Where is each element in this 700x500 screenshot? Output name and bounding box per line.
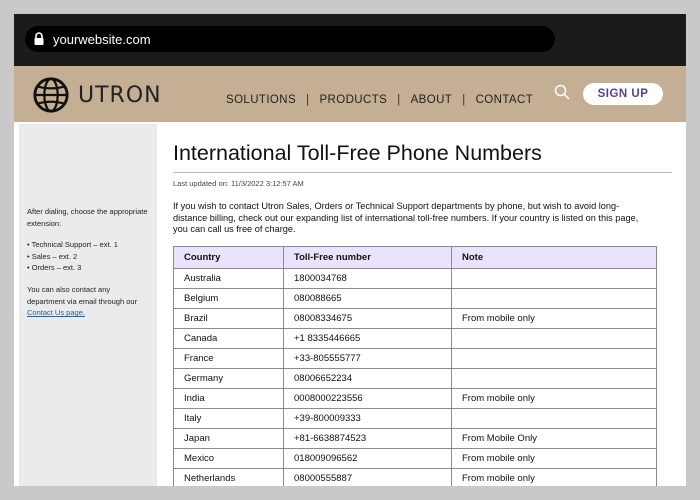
note-cell	[451, 367, 657, 389]
nav-separator: |	[462, 94, 466, 106]
note-cell	[451, 327, 657, 349]
address-bar[interactable]: yourwebsite.com	[25, 26, 555, 52]
extension-list: • Technical Support – ext. 1 • Sales – e…	[27, 239, 149, 274]
table-row: Italy +39-800009333	[173, 407, 657, 429]
title-divider	[173, 172, 672, 173]
note-cell: From mobile only	[451, 307, 657, 329]
table-row: Brazil 08008334675 From mobile only	[173, 307, 657, 329]
table-row: Canada +1 8335446665	[173, 327, 657, 349]
table-row: India 0008000223556 From mobile only	[173, 387, 657, 409]
note-cell: From mobile only	[451, 447, 657, 469]
number-cell: +39-800009333	[283, 407, 452, 429]
number-cell: +1 8335446665	[283, 327, 452, 349]
last-updated: Last updated on: 11/3/2022 3:12:57 AM	[173, 179, 304, 188]
table-row: Mexico 018009096562 From mobile only	[173, 447, 657, 469]
number-cell: 1800034768	[283, 267, 452, 289]
intro-paragraph: If you wish to contact Utron Sales, Orde…	[173, 201, 639, 234]
sidebar-intro: After dialing, choose the appropriate ex…	[27, 207, 148, 228]
number-cell: 018009096562	[283, 447, 452, 469]
table-row: Germany 08006652234	[173, 367, 657, 389]
nav-about[interactable]: ABOUT	[411, 94, 453, 106]
country-cell: Brazil	[173, 307, 284, 329]
page-title: International Toll-Free Phone Numbers	[173, 141, 542, 165]
number-cell: 08008334675	[283, 307, 452, 329]
note-cell: From mobile only	[451, 467, 657, 486]
main-content: International Toll-Free Phone Numbers La…	[173, 124, 673, 486]
globe-icon	[33, 77, 69, 113]
column-header-note: Note	[451, 245, 657, 269]
note-cell: From mobile only	[451, 387, 657, 409]
note-cell	[451, 287, 657, 309]
country-cell: Mexico	[173, 447, 284, 469]
country-cell: India	[173, 387, 284, 409]
search-icon[interactable]	[554, 84, 570, 100]
column-header-number: Toll-Free number	[283, 245, 452, 269]
extension-item: • Technical Support – ext. 1	[27, 240, 118, 250]
extension-item: • Orders – ext. 3	[27, 263, 82, 273]
nav-products[interactable]: PRODUCTS	[319, 94, 387, 106]
extension-item: • Sales – ext. 2	[27, 251, 78, 261]
number-cell: 08000555887	[283, 467, 452, 486]
table-row: France +33-805555777	[173, 347, 657, 369]
nav-separator: |	[397, 94, 401, 106]
country-cell: Italy	[173, 407, 284, 429]
number-cell: 0008000223556	[283, 387, 452, 409]
table-row: Belgium 080088665	[173, 287, 657, 309]
note-cell	[451, 267, 657, 289]
table-row: Japan +81-6638874523 From Mobile Only	[173, 427, 657, 449]
country-cell: Germany	[173, 367, 284, 389]
nav-separator: |	[306, 94, 310, 106]
url-text: yourwebsite.com	[53, 31, 151, 47]
note-cell	[451, 407, 657, 429]
column-header-country: Country	[173, 245, 284, 269]
site-header: UTRON SOLUTIONS | PRODUCTS | ABOUT | CON…	[14, 66, 686, 122]
number-cell: 080088665	[283, 287, 452, 309]
sidebar-contact: You can also contact any department via …	[27, 284, 149, 319]
lock-icon	[34, 32, 44, 45]
number-cell: 08006652234	[283, 367, 452, 389]
country-cell: Australia	[173, 267, 284, 289]
table-row: Australia 1800034768	[173, 267, 657, 289]
number-cell: +33-805555777	[283, 347, 452, 369]
table-header-row: Country Toll-Free number Note	[173, 245, 657, 269]
country-cell: Netherlands	[173, 467, 284, 486]
note-cell: From Mobile Only	[451, 427, 657, 449]
sidebar-contact-text: You can also contact any department via …	[27, 284, 138, 306]
signup-button[interactable]: SIGN UP	[583, 83, 663, 105]
nav-contact[interactable]: CONTACT	[476, 94, 534, 106]
sidebar: After dialing, choose the appropriate ex…	[19, 124, 157, 486]
country-cell: Belgium	[173, 287, 284, 309]
logo[interactable]: UTRON	[32, 76, 162, 114]
number-cell: +81-6638874523	[283, 427, 452, 449]
country-cell: Japan	[173, 427, 284, 449]
country-cell: Canada	[173, 327, 284, 349]
toll-free-table: Country Toll-Free number Note Australia …	[173, 245, 657, 486]
country-cell: France	[173, 347, 284, 369]
note-cell	[451, 347, 657, 369]
table-body: Australia 1800034768 Belgium 080088665 B…	[173, 267, 657, 486]
main-nav: SOLUTIONS | PRODUCTS | ABOUT | CONTACT	[226, 94, 533, 106]
logo-text: UTRON	[78, 82, 162, 108]
contact-us-link[interactable]: Contact Us page.	[27, 308, 85, 317]
nav-solutions[interactable]: SOLUTIONS	[226, 94, 296, 106]
browser-bar: yourwebsite.com	[14, 14, 686, 66]
table-row: Netherlands 08000555887 From mobile only	[173, 467, 657, 486]
page-frame: yourwebsite.com UTRON SOLUTIONS | PRODUC…	[14, 14, 686, 486]
